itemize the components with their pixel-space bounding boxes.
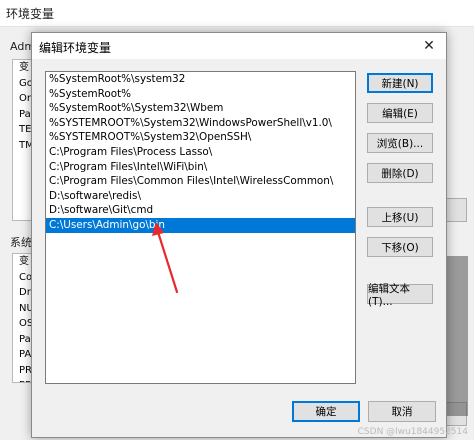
delete-button[interactable]: 删除(D) — [367, 163, 433, 183]
edit-environment-variable-dialog: 编辑环境变量 ✕ %SystemRoot%\system32 %SystemRoo… — [31, 32, 447, 438]
path-list-item-selected[interactable]: C:\Users\Admin\go\bin — [46, 217, 355, 233]
background-window-title: 环境变量 — [6, 7, 55, 21]
path-list-item[interactable]: C:\Program Files\Process Lasso\ — [46, 145, 355, 160]
dialog-titlebar: 编辑环境变量 ✕ — [32, 33, 446, 59]
ok-button[interactable]: 确定 — [292, 401, 360, 422]
move-up-button[interactable]: 上移(U) — [367, 207, 433, 227]
path-list-item[interactable]: %SystemRoot%\system32 — [46, 72, 355, 87]
dialog-title: 编辑环境变量 — [39, 41, 112, 55]
path-list-item[interactable]: %SystemRoot%\System32\Wbem — [46, 101, 355, 116]
path-list[interactable]: %SystemRoot%\system32 %SystemRoot% %System… — [45, 71, 356, 384]
edit-button[interactable]: 编辑(E) — [367, 103, 433, 123]
system-variables-label: 系统 — [10, 236, 32, 249]
close-icon[interactable]: ✕ — [412, 33, 446, 59]
cancel-button[interactable]: 取消 — [368, 401, 436, 422]
path-list-item[interactable]: D:\software\Git\cmd — [46, 203, 355, 218]
watermark: CSDN @lwu1844952514 — [357, 427, 468, 437]
path-list-item[interactable]: C:\Program Files\Intel\WiFi\bin\ — [46, 160, 355, 175]
edit-text-button[interactable]: 编辑文本(T)... — [367, 283, 433, 308]
background-button[interactable] — [446, 198, 467, 222]
path-list-item[interactable]: D:\software\redis\ — [46, 189, 355, 204]
path-list-item[interactable]: %SYSTEMROOT%\System32\WindowsPowerShell\… — [46, 116, 355, 131]
background-window-shadow — [446, 256, 468, 416]
path-list-item[interactable]: C:\Program Files\Common Files\Intel\Wire… — [46, 174, 355, 189]
new-button[interactable]: 新建(N) — [367, 73, 433, 93]
path-list-item[interactable]: %SYSTEMROOT%\System32\OpenSSH\ — [46, 130, 355, 145]
path-list-item[interactable]: %SystemRoot% — [46, 87, 355, 102]
background-window-titlebar: 环境变量 — [0, 0, 474, 27]
browse-button[interactable]: 浏览(B)... — [367, 133, 433, 153]
move-down-button[interactable]: 下移(O) — [367, 237, 433, 257]
